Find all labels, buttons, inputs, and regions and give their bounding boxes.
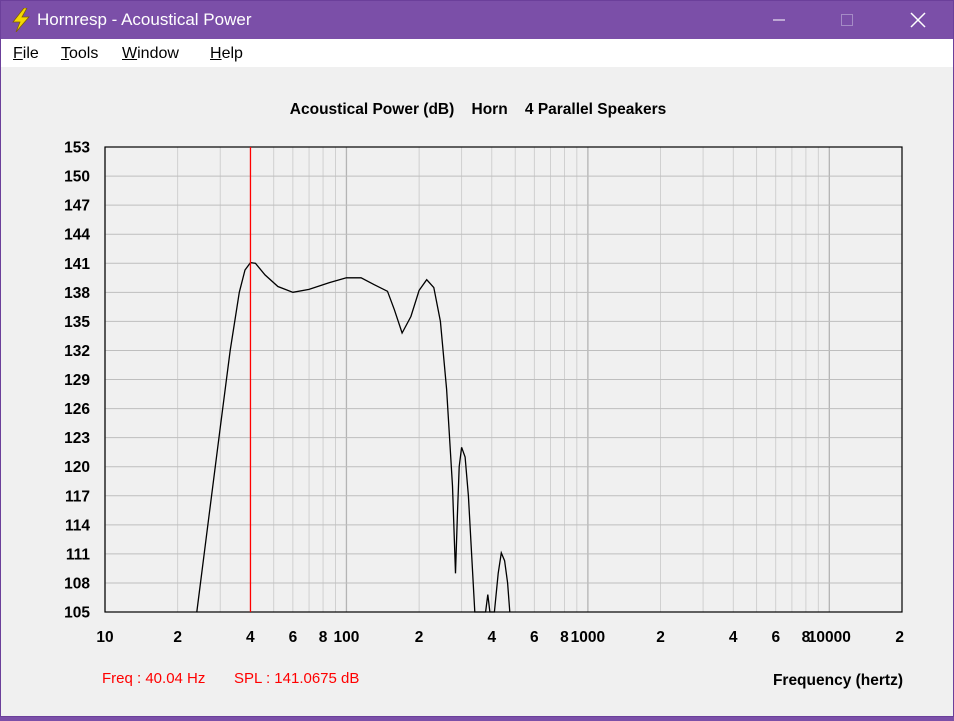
- y-tick-label: 138: [64, 285, 90, 302]
- minimize-icon: [773, 19, 785, 21]
- y-tick-label: 117: [65, 488, 90, 505]
- y-tick-label: 105: [64, 605, 90, 622]
- menu-window-mnemonic: W: [122, 45, 138, 62]
- minimize-button[interactable]: [756, 1, 802, 39]
- menu-file-rest: ile: [22, 45, 39, 62]
- grid-lines: [104, 146, 903, 613]
- close-icon: [910, 12, 926, 28]
- y-tick-label: 135: [64, 314, 90, 331]
- y-tick-labels: 153 150 147 144 141 138 135 132 129 126 123 120 117 1…: [64, 140, 90, 622]
- y-tick-label: 153: [64, 140, 90, 157]
- y-tick-label: 144: [64, 227, 90, 244]
- x-tick-label: 4: [246, 629, 255, 646]
- x-tick-label: 10: [96, 629, 113, 646]
- x-tick-label: 1000: [571, 629, 605, 646]
- menu-help-rest: elp: [221, 45, 243, 62]
- x-tick-label: 8: [319, 629, 328, 646]
- x-tick-label: 10000: [808, 629, 851, 646]
- menu-tools-mnemonic: T: [61, 45, 69, 62]
- y-tick-label: 141: [64, 256, 90, 273]
- x-tick-label: 4: [487, 629, 496, 646]
- x-tick-labels: 10 2 4 6 8 100 2 4 6 8 1000 2 4 6 810000 2: [96, 629, 904, 646]
- x-tick-label: 4: [729, 629, 738, 646]
- x-tick-label: 6: [530, 629, 539, 646]
- y-tick-label: 150: [64, 169, 90, 186]
- maximize-icon: [841, 14, 853, 26]
- title-bar[interactable]: Hornresp - Acoustical Power: [1, 1, 953, 39]
- x-tick-label: 6: [771, 629, 780, 646]
- menu-help[interactable]: Help: [210, 45, 243, 63]
- menu-help-mnemonic: H: [210, 45, 222, 62]
- y-tick-label: 108: [64, 575, 90, 592]
- spl-readout: SPL : 141.0675 dB: [234, 670, 360, 687]
- y-tick-label: 120: [64, 459, 90, 476]
- close-button[interactable]: [895, 1, 941, 39]
- chart-title: Acoustical Power (dB) Horn 4 Parallel Sp…: [290, 101, 666, 118]
- app-window: Hornresp - Acoustical Power File Tools W…: [0, 0, 954, 717]
- y-tick-label: 111: [66, 546, 91, 563]
- x-tick-label: 2: [895, 629, 904, 646]
- menu-bar: File Tools Window Help: [1, 39, 953, 67]
- menu-tools[interactable]: Tools: [61, 45, 98, 63]
- x-axis-label: Frequency (hertz): [773, 672, 903, 689]
- x-tick-label: 2: [656, 629, 665, 646]
- y-tick-label: 126: [64, 401, 90, 418]
- x-tick-label: 100: [334, 629, 360, 646]
- freq-readout: Freq : 40.04 Hz: [102, 670, 206, 687]
- x-tick-label: 6: [289, 629, 298, 646]
- maximize-button[interactable]: [824, 1, 870, 39]
- y-tick-label: 123: [64, 430, 90, 447]
- window-title: Hornresp - Acoustical Power: [37, 10, 252, 29]
- x-tick-label: 8: [560, 629, 569, 646]
- y-tick-label: 114: [65, 517, 90, 534]
- chart-area: Acoustical Power (dB) Horn 4 Parallel Sp…: [1, 67, 953, 716]
- menu-tools-rest: ools: [69, 45, 99, 62]
- menu-file[interactable]: File: [13, 45, 39, 63]
- x-tick-label: 2: [173, 629, 182, 646]
- x-tick-label: 2: [415, 629, 424, 646]
- lightning-icon: [12, 8, 30, 32]
- y-tick-label: 129: [64, 372, 90, 389]
- menu-window[interactable]: Window: [122, 45, 179, 63]
- menu-file-mnemonic: F: [13, 45, 23, 62]
- menu-window-rest: indow: [137, 45, 179, 62]
- acoustical-power-chart[interactable]: Acoustical Power (dB) Horn 4 Parallel Sp…: [1, 67, 953, 716]
- y-tick-label: 147: [64, 198, 90, 215]
- y-tick-label: 132: [64, 343, 90, 360]
